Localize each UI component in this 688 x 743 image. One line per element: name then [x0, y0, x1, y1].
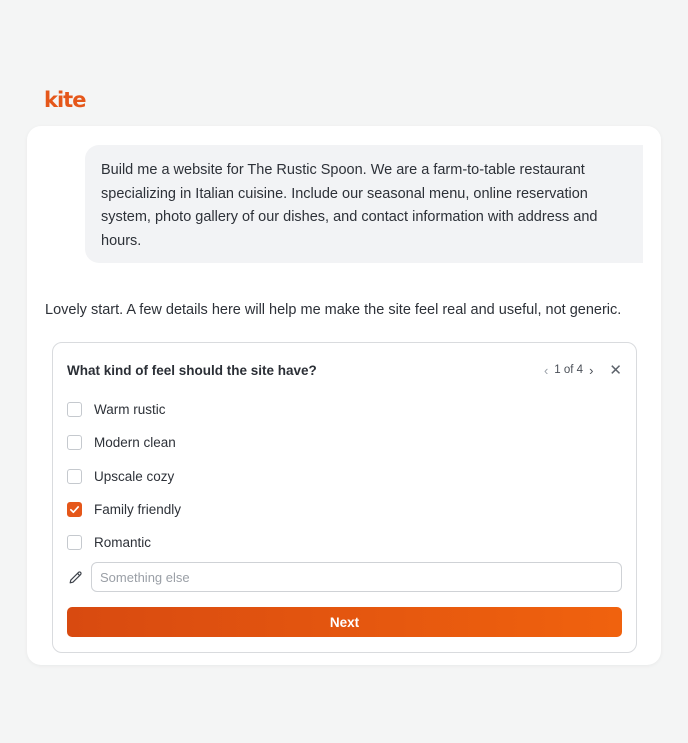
- close-icon[interactable]: ✕: [609, 361, 622, 379]
- question-pager: ‹ 1 of 4 › ✕: [538, 361, 622, 379]
- option-label: Family friendly: [94, 502, 182, 518]
- pager-count: 1 of 4: [554, 364, 584, 376]
- option-checkbox[interactable]: [67, 535, 82, 551]
- chevron-left-icon[interactable]: ‹: [538, 363, 554, 378]
- something-else-row: [67, 562, 622, 592]
- user-message-bubble: Build me a website for The Rustic Spoon.…: [85, 145, 643, 263]
- option-label: Romantic: [94, 535, 152, 551]
- option-upscale-cozy[interactable]: Upscale cozy: [67, 460, 181, 493]
- option-checkbox[interactable]: [67, 468, 82, 484]
- pencil-icon: [69, 570, 82, 583]
- option-label: Warm rustic: [94, 402, 166, 418]
- something-else-input[interactable]: [91, 562, 622, 592]
- next-button[interactable]: Next: [67, 607, 622, 637]
- check-icon: [70, 506, 79, 514]
- kite-logo: kite: [44, 88, 86, 112]
- question-header: What kind of feel should the site have? …: [67, 361, 622, 379]
- option-list: Warm rustic Modern clean Upscale cozy Fa…: [67, 393, 181, 559]
- chat-card: Build me a website for The Rustic Spoon.…: [27, 126, 661, 665]
- option-checkbox[interactable]: [67, 502, 82, 518]
- option-family-friendly[interactable]: Family friendly: [67, 493, 181, 526]
- option-label: Upscale cozy: [94, 468, 175, 484]
- question-card: What kind of feel should the site have? …: [52, 342, 637, 653]
- option-warm-rustic[interactable]: Warm rustic: [67, 393, 181, 426]
- question-title: What kind of feel should the site have?: [67, 362, 317, 378]
- option-checkbox[interactable]: [67, 435, 82, 451]
- option-label: Modern clean: [94, 435, 176, 451]
- assistant-reply: Lovely start. A few details here will he…: [45, 302, 622, 318]
- chevron-right-icon[interactable]: ›: [583, 363, 599, 378]
- option-checkbox[interactable]: [67, 402, 82, 418]
- option-romantic[interactable]: Romantic: [67, 526, 181, 559]
- option-modern-clean[interactable]: Modern clean: [67, 426, 181, 459]
